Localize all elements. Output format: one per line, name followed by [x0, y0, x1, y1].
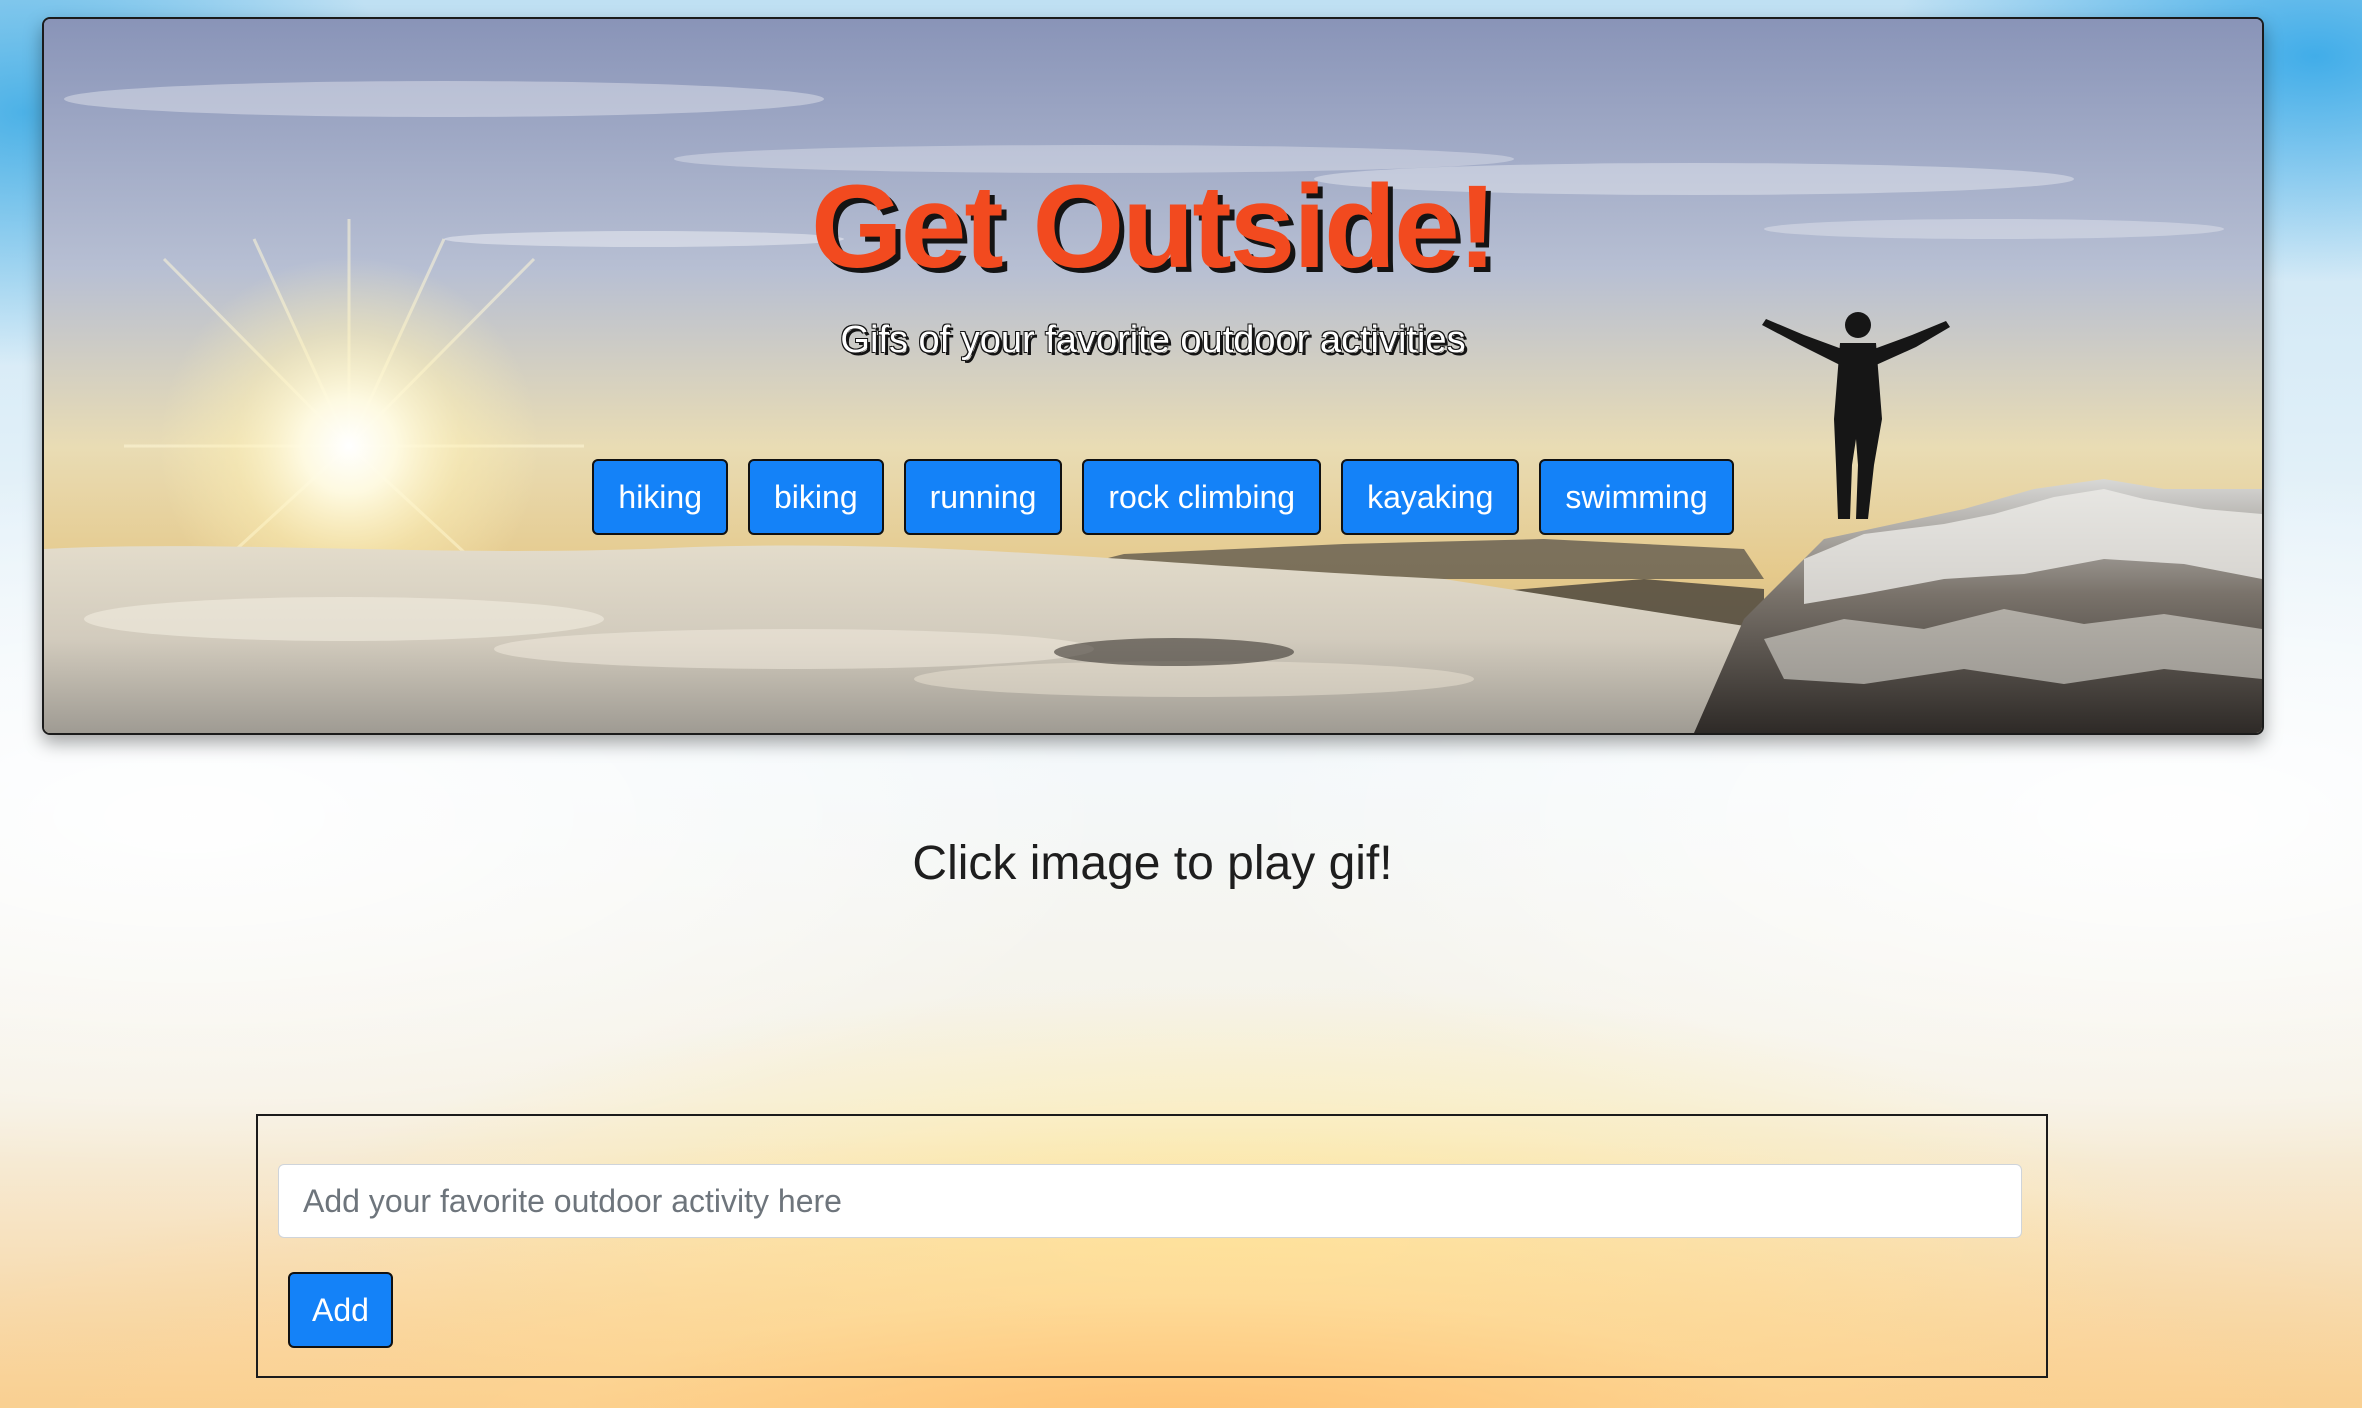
activity-input[interactable]: [278, 1164, 2022, 1238]
mountain-sunrise-image: [44, 19, 2262, 733]
biking-button[interactable]: biking: [748, 459, 884, 535]
running-button[interactable]: running: [903, 459, 1063, 535]
add-button[interactable]: Add: [288, 1272, 393, 1348]
page-title: Get Outside!: [810, 161, 1497, 293]
activity-button-group: hiking biking running rock climbing kaya…: [44, 459, 2262, 535]
swimming-button[interactable]: swimming: [1539, 459, 1734, 535]
play-instructions: Click image to play gif!: [912, 837, 1393, 890]
hiking-button[interactable]: hiking: [592, 459, 728, 535]
add-activity-form: Add: [256, 1114, 2048, 1378]
kayaking-button[interactable]: kayaking: [1341, 459, 1520, 535]
rock-climbing-button[interactable]: rock climbing: [1082, 459, 1322, 535]
hero-banner: Get Outside! Gifs of your favorite outdo…: [42, 17, 2264, 735]
page-subtitle: Gifs of your favorite outdoor activities: [840, 319, 1466, 361]
